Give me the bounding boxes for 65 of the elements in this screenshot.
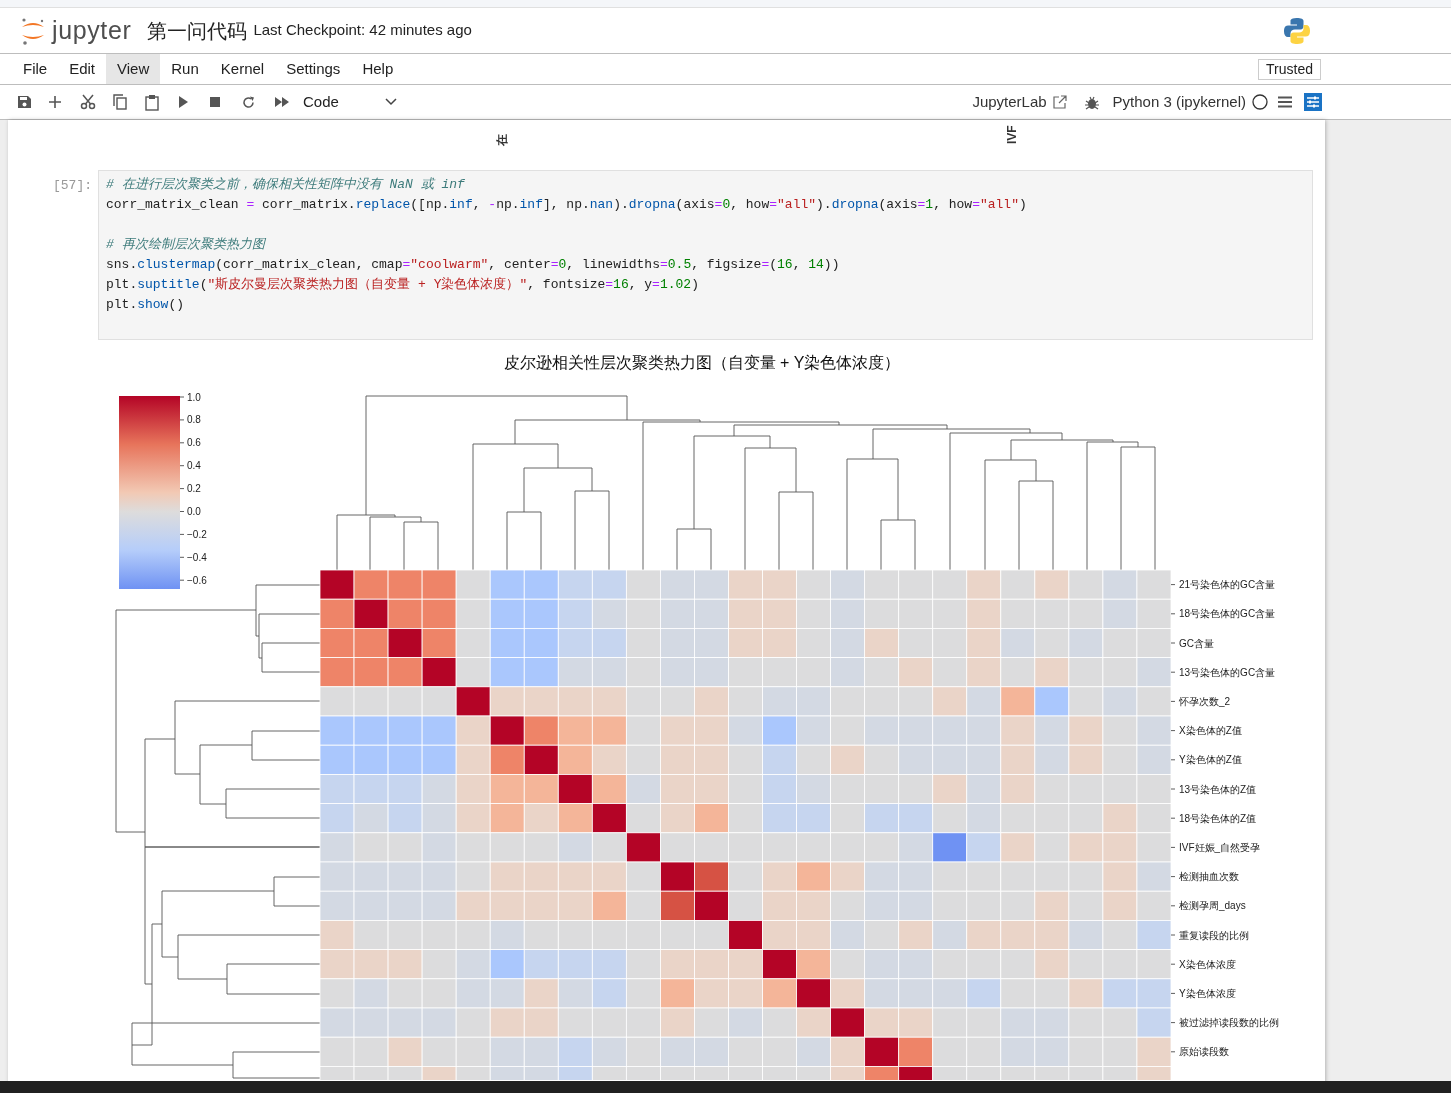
- logo-text[interactable]: jupyter: [52, 11, 132, 50]
- row-label: GC含量: [1179, 637, 1214, 649]
- row-label: 18号染色体的GC含量: [1179, 608, 1276, 620]
- logo-icon: [1283, 16, 1311, 45]
- row-label: 重复读段的比例: [1179, 929, 1249, 941]
- run-icon[interactable]: [178, 96, 188, 108]
- cut-icon[interactable]: [80, 94, 96, 110]
- tick-label: −0.4: [187, 551, 207, 563]
- jupyterlab-link[interactable]: JupyterLab: [972, 90, 1047, 114]
- save-icon[interactable]: [16, 94, 32, 110]
- settings-icon[interactable]: [1304, 93, 1322, 111]
- menu-item[interactable]: Run: [160, 54, 210, 84]
- menu-item[interactable]: File: [12, 54, 59, 84]
- menu-item[interactable]: Edit: [58, 54, 107, 84]
- row-label: 被过滤掉读段数的比例: [1179, 1017, 1279, 1029]
- axis-label: IVF: [1006, 125, 1018, 144]
- cell-prompt: [57]:: [52, 177, 93, 195]
- caret-icon: [385, 98, 397, 106]
- bug-icon[interactable]: [1084, 94, 1099, 110]
- row-label: X染色体的Z值: [1179, 725, 1242, 737]
- trusted-indicator[interactable]: Trusted: [1258, 58, 1321, 80]
- row-label: IVF妊娠_自然受孕: [1179, 841, 1261, 853]
- code-line: corr_matrix_clean = corr_matrix.replace([np.inf, -np.inf], np.nan).dropna(axis=0, how="all").dropna(axis=1, how="all"): [106, 196, 1027, 214]
- add-icon[interactable]: [48, 95, 62, 109]
- row-label: 检测抽血次数: [1179, 871, 1239, 883]
- row-label: Y染色体的Z值: [1179, 754, 1242, 766]
- menu-item[interactable]: Help: [351, 54, 405, 84]
- external-link-icon: [1052, 95, 1067, 109]
- tick-label: −0.2: [187, 528, 207, 540]
- row-label: Y染色体浓度: [1179, 987, 1236, 999]
- menu-item[interactable]: Kernel: [209, 54, 276, 84]
- kernel-name[interactable]: Python 3 (ipykernel): [1112, 90, 1246, 114]
- menu-icon[interactable]: [1278, 96, 1292, 108]
- tick-label: 1.0: [187, 391, 201, 403]
- tick-label: 0.8: [187, 414, 201, 426]
- row-label: 21号染色体的GC含量: [1179, 579, 1276, 591]
- notebook-name[interactable]: 第一问代码: [147, 15, 248, 46]
- copy-icon[interactable]: [112, 94, 128, 110]
- tick-label: 0.6: [187, 437, 201, 449]
- code-line: # 在进行层次聚类之前，确保相关性矩阵中没有 NaN 或 inf: [106, 176, 465, 194]
- row-label: 怀孕次数_2: [1179, 695, 1231, 707]
- code-line: plt.show(): [106, 296, 185, 314]
- row-label: 13号染色体的Z值: [1179, 783, 1257, 795]
- cell-type-dropdown[interactable]: Code: [301, 89, 401, 115]
- fast-forward-icon[interactable]: [275, 97, 289, 107]
- axis-label: 在: [496, 134, 508, 146]
- code-cell[interactable]: [98, 170, 1313, 340]
- tick-label: −0.6: [187, 574, 207, 586]
- row-label: 13号染色体的GC含量: [1179, 666, 1276, 678]
- figure-title: 皮尔逊相关性层次聚类热力图（自变量 + Y染色体浓度）: [503, 354, 901, 371]
- code-line: plt.suptitle("斯皮尔曼层次聚类热力图（自变量 + Y染色体浓度）", fontsize=16, y=1.02): [106, 276, 699, 294]
- menu-item[interactable]: Settings: [275, 54, 352, 84]
- menu-item[interactable]: View: [106, 54, 161, 84]
- restart-icon[interactable]: [242, 95, 255, 109]
- row-label: 原始读段数: [1179, 1046, 1229, 1058]
- paste-icon[interactable]: [144, 93, 160, 111]
- tick-label: 0.4: [187, 460, 201, 472]
- code-line: sns.clustermap(corr_matrix_clean, cmap="coolwarm", center=0, linewidths=0.5, figsize=(16, 14)): [106, 256, 840, 274]
- tick-label: 0.0: [187, 506, 201, 517]
- row-label: 检测孕周_days: [1179, 900, 1246, 912]
- row-label: 18号染色体的Z值: [1179, 812, 1257, 824]
- code-line: # 再次绘制层次聚类热力图: [106, 236, 265, 254]
- row-label: X染色体浓度: [1179, 958, 1236, 970]
- checkpoint-status: Last Checkpoint: 42 minutes ago: [253, 20, 472, 41]
- tick-label: 0.2: [187, 483, 201, 495]
